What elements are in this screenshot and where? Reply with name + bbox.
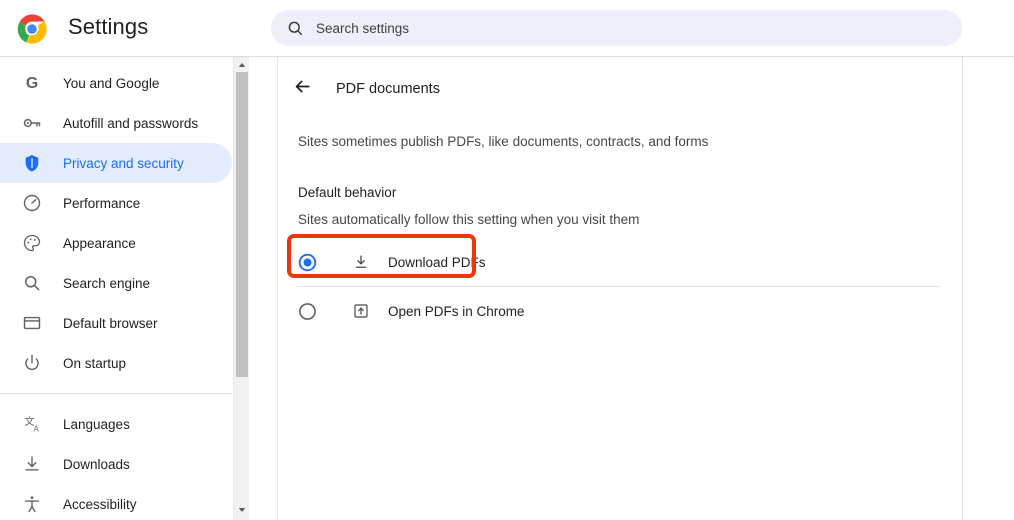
triangle-up-icon[interactable] xyxy=(234,57,250,73)
right-divider xyxy=(962,57,963,520)
radio-unselected-icon[interactable] xyxy=(297,301,317,321)
radio-option-label: Download PDFs xyxy=(388,254,486,270)
sidebar-item-appearance[interactable]: Appearance xyxy=(0,223,232,263)
chrome-logo xyxy=(16,13,48,45)
sidebar-item-you-and-google[interactable]: G You and Google xyxy=(0,63,232,103)
default-behavior-radio-group: Download PDFs Open PDFs in Chrome xyxy=(278,238,962,335)
sidebar-item-privacy-and-security[interactable]: Privacy and security xyxy=(0,143,232,183)
window-icon xyxy=(21,312,43,334)
sidebar-item-label: You and Google xyxy=(63,75,160,91)
radio-selected-icon[interactable] xyxy=(297,252,317,272)
power-icon xyxy=(21,352,43,374)
sidebar-item-label: Downloads xyxy=(63,456,130,472)
top-bar: Settings Search settings xyxy=(0,0,1014,57)
svg-text:G: G xyxy=(26,75,38,92)
sidebar-item-search-engine[interactable]: Search engine xyxy=(0,263,232,303)
sidebar-divider xyxy=(0,393,232,394)
sidebar-item-label: Performance xyxy=(63,195,141,211)
search-icon xyxy=(285,18,305,38)
sidebar-item-downloads[interactable]: Downloads xyxy=(0,444,232,484)
arrow-left-icon xyxy=(293,77,312,101)
section-title: Default behavior xyxy=(298,185,397,200)
triangle-down-icon[interactable] xyxy=(234,502,250,518)
translate-icon: 文 A xyxy=(21,413,43,435)
sidebar-item-label: Search engine xyxy=(63,275,151,291)
radio-option-open-pdfs-in-chrome[interactable]: Open PDFs in Chrome xyxy=(278,287,962,335)
sidebar-item-languages[interactable]: 文 A Languages xyxy=(0,404,232,444)
sidebar-item-label: Accessibility xyxy=(63,496,137,512)
speedometer-icon xyxy=(21,192,43,214)
main-content: PDF documents Sites sometimes publish PD… xyxy=(278,57,962,520)
sidebar-item-label: Default browser xyxy=(63,315,158,331)
svg-text:A: A xyxy=(34,425,40,434)
search-placeholder: Search settings xyxy=(316,20,410,36)
sidebar-item-label: Languages xyxy=(63,416,130,432)
key-icon xyxy=(21,112,43,134)
app-title: Settings xyxy=(68,14,149,39)
download-icon xyxy=(21,453,43,475)
radio-option-download-pdfs[interactable]: Download PDFs xyxy=(278,238,962,286)
sidebar-item-label: Appearance xyxy=(63,235,136,251)
scrollbar-thumb[interactable] xyxy=(236,72,248,377)
search-input[interactable]: Search settings xyxy=(271,10,962,46)
sidebar-item-label: On startup xyxy=(63,355,127,371)
sidebar-item-label: Autofill and passwords xyxy=(63,115,199,131)
sidebar-item-label: Privacy and security xyxy=(63,155,184,171)
sidebar-item-on-startup[interactable]: On startup xyxy=(0,343,232,383)
back-button[interactable] xyxy=(286,73,318,105)
download-icon xyxy=(351,252,371,272)
sidebar-item-performance[interactable]: Performance xyxy=(0,183,232,223)
sidebar-scrollbar[interactable] xyxy=(233,57,249,520)
intro-text: Sites sometimes publish PDFs, like docum… xyxy=(298,134,709,149)
page-header: PDF documents xyxy=(278,69,962,109)
search-icon xyxy=(21,272,43,294)
accessibility-icon xyxy=(21,493,43,515)
radio-option-label: Open PDFs in Chrome xyxy=(388,303,525,319)
section-subtitle: Sites automatically follow this setting … xyxy=(298,212,640,227)
sidebar-item-accessibility[interactable]: Accessibility xyxy=(0,484,232,520)
sidebar-item-default-browser[interactable]: Default browser xyxy=(0,303,232,343)
open-in-new-icon xyxy=(351,301,371,321)
google-g-icon: G xyxy=(21,72,43,94)
palette-icon xyxy=(21,232,43,254)
sidebar: G You and Google Autofill and passwords … xyxy=(0,57,232,520)
shield-icon xyxy=(21,152,43,174)
sidebar-item-autofill-and-passwords[interactable]: Autofill and passwords xyxy=(0,103,232,143)
page-title: PDF documents xyxy=(336,81,440,97)
